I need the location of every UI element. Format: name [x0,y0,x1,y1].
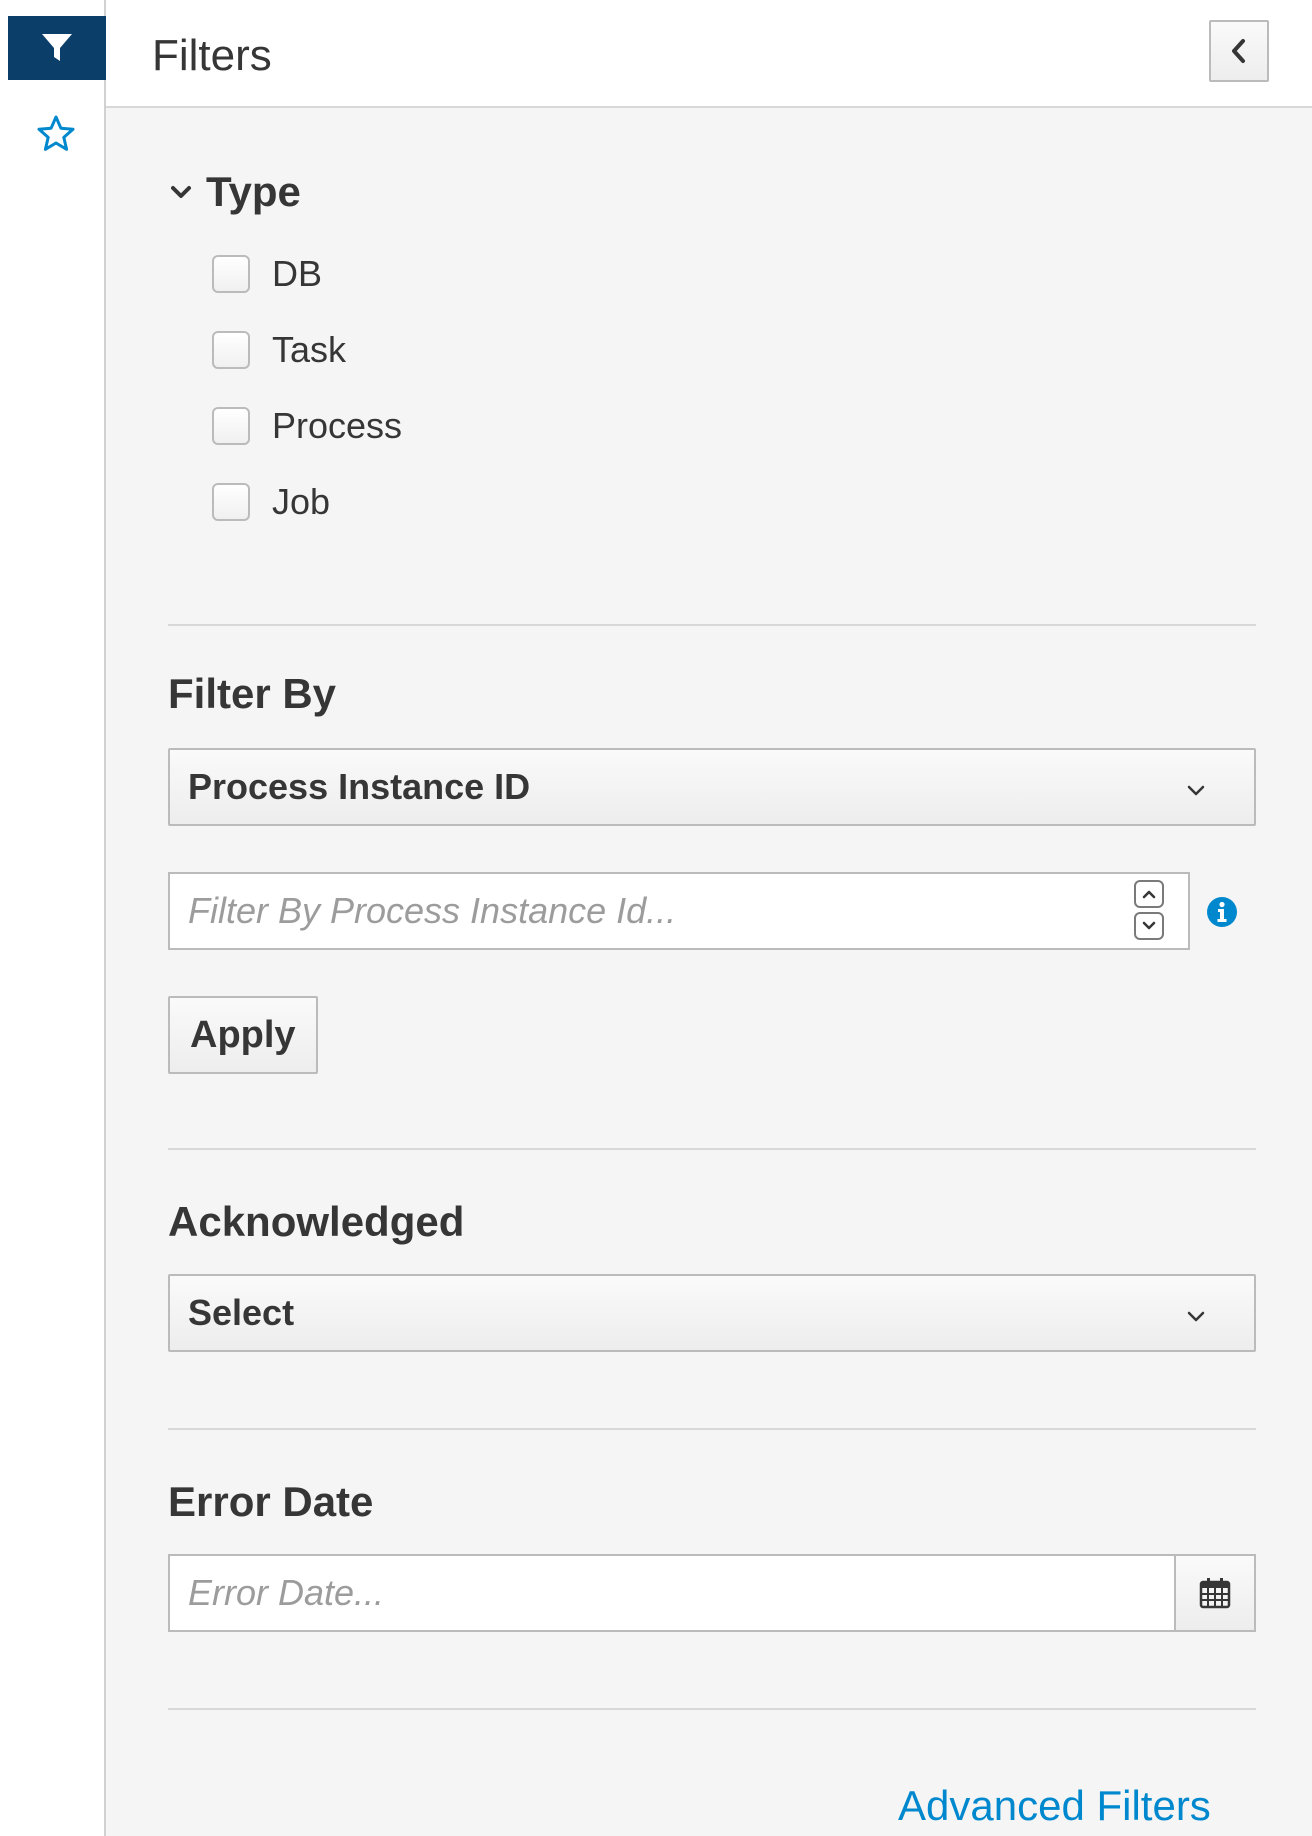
error-date-input[interactable] [168,1554,1176,1632]
type-option-db[interactable]: DB [212,254,322,294]
chevron-left-icon [1232,39,1245,63]
page-title: Filters [152,31,272,80]
checkbox-label: Job [272,481,331,522]
checkbox[interactable] [212,483,250,521]
section-divider [168,1148,1256,1150]
checkbox-label: Task [272,329,347,370]
stepper-down-button[interactable] [1134,912,1164,940]
filter-by-selected: Process Instance ID [188,766,531,807]
checkbox[interactable] [212,331,250,369]
apply-button[interactable]: Apply [168,996,318,1074]
process-instance-id-input[interactable] [168,872,1190,950]
chevron-up-icon [1142,890,1156,899]
checkbox[interactable] [212,407,250,445]
star-icon [37,115,75,151]
checkbox-label: Process [272,405,403,446]
error-date-title: Error Date [168,1478,374,1525]
info-icon[interactable] [1206,896,1238,928]
chevron-down-icon [1187,785,1205,796]
type-option-process[interactable]: Process [212,406,402,446]
section-divider [168,1708,1256,1710]
section-divider [168,1428,1256,1430]
chevron-down-icon [1187,1311,1205,1322]
calendar-button[interactable] [1174,1554,1256,1632]
type-section-title: Type [206,168,301,215]
chevron-down-icon [1142,921,1156,930]
filters-header: Filters [106,0,1312,108]
filter-by-select[interactable]: Process Instance ID [168,748,1256,826]
acknowledged-selected: Select [188,1292,295,1333]
section-divider [168,624,1256,626]
number-stepper[interactable] [1134,880,1168,944]
calendar-icon [1199,1578,1231,1609]
filter-panel-toggle[interactable] [8,16,106,80]
checkbox-label: DB [272,253,323,294]
saved-filters-toggle[interactable] [30,108,82,160]
filter-by-title: Filter By [168,670,337,717]
chevron-down-icon [171,186,191,198]
advanced-filters-link[interactable]: Advanced Filters [898,1782,1211,1830]
collapse-button[interactable] [1209,20,1269,82]
acknowledged-title: Acknowledged [168,1198,465,1245]
filter-icon [42,34,72,61]
acknowledged-select[interactable]: Select [168,1274,1256,1352]
type-section-toggle[interactable]: Type [168,168,301,216]
type-option-job[interactable]: Job [212,482,330,522]
sidebar-rail [0,0,106,1836]
checkbox[interactable] [212,255,250,293]
stepper-up-button[interactable] [1134,880,1164,908]
type-option-task[interactable]: Task [212,330,346,370]
